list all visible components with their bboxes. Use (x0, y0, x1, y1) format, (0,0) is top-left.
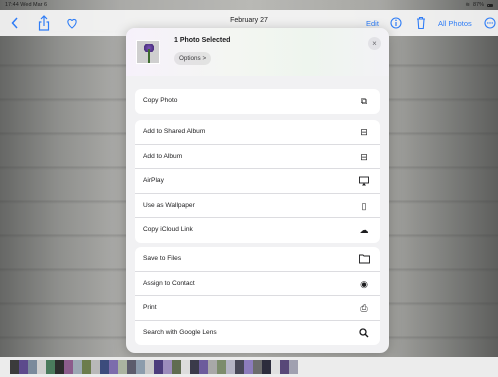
action-add-to-album[interactable]: Add to Album ⊟ (135, 145, 380, 169)
add-album-icon: ⊟ (360, 151, 368, 162)
strip-thumbnail[interactable] (127, 360, 136, 374)
action-label: Assign to Contact (143, 279, 195, 287)
contact-icon: ◉ (360, 278, 368, 289)
thumbnail-strip-items (10, 360, 298, 374)
strip-thumbnail[interactable] (271, 360, 280, 374)
action-label: Use as Wallpaper (143, 201, 195, 209)
strip-thumbnail[interactable] (19, 360, 28, 374)
status-bar: 17:44 Wed Mar 6 ≋ 87% (0, 0, 498, 10)
strip-thumbnail[interactable] (217, 360, 226, 374)
action-label: Add to Album (143, 152, 183, 160)
action-group-misc: Save to Files Assign to Contact ◉ Print … (135, 247, 380, 345)
action-label: Copy Photo (143, 97, 178, 104)
share-sheet: 1 Photo Selected Options > × Copy Photo … (126, 28, 389, 353)
heart-icon[interactable] (66, 10, 78, 45)
icloud-link-icon: ☁ (359, 225, 369, 235)
strip-thumbnail[interactable] (73, 360, 82, 374)
action-airplay[interactable]: AirPlay (135, 169, 380, 194)
action-label: Copy iCloud Link (143, 226, 193, 233)
strip-thumbnail[interactable] (154, 360, 163, 374)
strip-thumbnail[interactable] (55, 360, 64, 374)
ellipsis-icon[interactable] (484, 10, 496, 45)
edit-button[interactable]: Edit (366, 19, 379, 28)
close-icon: × (372, 39, 377, 48)
all-photos-button[interactable]: All Photos (438, 19, 472, 28)
strip-thumbnail[interactable] (109, 360, 118, 374)
selection-title: 1 Photo Selected (174, 37, 231, 44)
strip-thumbnail[interactable] (145, 360, 154, 374)
thumbnail-strip[interactable] (0, 357, 498, 377)
action-save-to-files[interactable]: Save to Files (135, 247, 380, 272)
strip-thumbnail[interactable] (226, 360, 235, 374)
strip-thumbnail[interactable] (208, 360, 217, 374)
strip-thumbnail[interactable] (37, 360, 46, 374)
strip-thumbnail[interactable] (262, 360, 271, 374)
strip-thumbnail[interactable] (10, 360, 19, 374)
action-use-as-wallpaper[interactable]: Use as Wallpaper ▯ (135, 194, 380, 218)
action-assign-to-contact[interactable]: Assign to Contact ◉ (135, 272, 380, 296)
action-label: Add to Shared Album (143, 128, 206, 135)
action-add-to-shared-album[interactable]: Add to Shared Album ⊟ (135, 120, 380, 145)
action-label: Save to Files (143, 255, 182, 262)
strip-thumbnail[interactable] (100, 360, 109, 374)
search-icon (358, 321, 370, 346)
strip-thumbnail[interactable] (28, 360, 37, 374)
share-sheet-header: 1 Photo Selected Options > × (126, 28, 389, 76)
strip-thumbnail[interactable] (289, 360, 298, 374)
action-copy-icloud-link[interactable]: Copy iCloud Link ☁ (135, 218, 380, 243)
action-label: AirPlay (143, 177, 164, 184)
strip-thumbnail[interactable] (82, 360, 91, 374)
info-icon[interactable] (390, 10, 402, 45)
strip-thumbnail[interactable] (244, 360, 253, 374)
trash-icon[interactable] (415, 10, 427, 45)
action-group-copy: Copy Photo ⧉ (135, 89, 380, 114)
battery-icon (487, 3, 493, 7)
chevron-left-icon[interactable] (10, 10, 20, 45)
action-label: Search with Google Lens (143, 328, 217, 336)
copy-photo-icon: ⧉ (360, 96, 368, 106)
action-group-albums: Add to Shared Album ⊟ Add to Album ⊟ Air… (135, 120, 380, 243)
shared-album-icon: ⊟ (360, 127, 368, 137)
strip-thumbnail[interactable] (253, 360, 262, 374)
wifi-icon: ≋ (465, 2, 470, 8)
strip-thumbnail[interactable] (280, 360, 289, 374)
strip-thumbnail[interactable] (46, 360, 55, 374)
strip-thumbnail[interactable] (199, 360, 208, 374)
strip-thumbnail[interactable] (163, 360, 172, 374)
wallpaper-icon: ▯ (361, 200, 367, 211)
selected-photo-thumbnail (136, 40, 160, 64)
status-date: Wed Mar 6 (20, 2, 48, 8)
printer-icon: ⎙ (360, 303, 368, 313)
action-label: Print (143, 304, 157, 311)
strip-thumbnail[interactable] (64, 360, 73, 374)
battery-percent: 87% (472, 2, 484, 8)
share-icon[interactable] (38, 10, 50, 45)
strip-thumbnail[interactable] (172, 360, 181, 374)
action-print[interactable]: Print ⎙ (135, 296, 380, 321)
action-search-google-lens[interactable]: Search with Google Lens (135, 321, 380, 346)
close-button[interactable]: × (368, 37, 381, 50)
strip-thumbnail[interactable] (190, 360, 199, 374)
strip-thumbnail[interactable] (181, 360, 190, 374)
options-button[interactable]: Options > (174, 52, 212, 65)
strip-thumbnail[interactable] (91, 360, 100, 374)
strip-thumbnail[interactable] (235, 360, 244, 374)
strip-thumbnail[interactable] (136, 360, 145, 374)
action-copy-photo[interactable]: Copy Photo ⧉ (135, 89, 380, 114)
strip-thumbnail[interactable] (118, 360, 127, 374)
status-time: 17:44 (5, 2, 19, 8)
